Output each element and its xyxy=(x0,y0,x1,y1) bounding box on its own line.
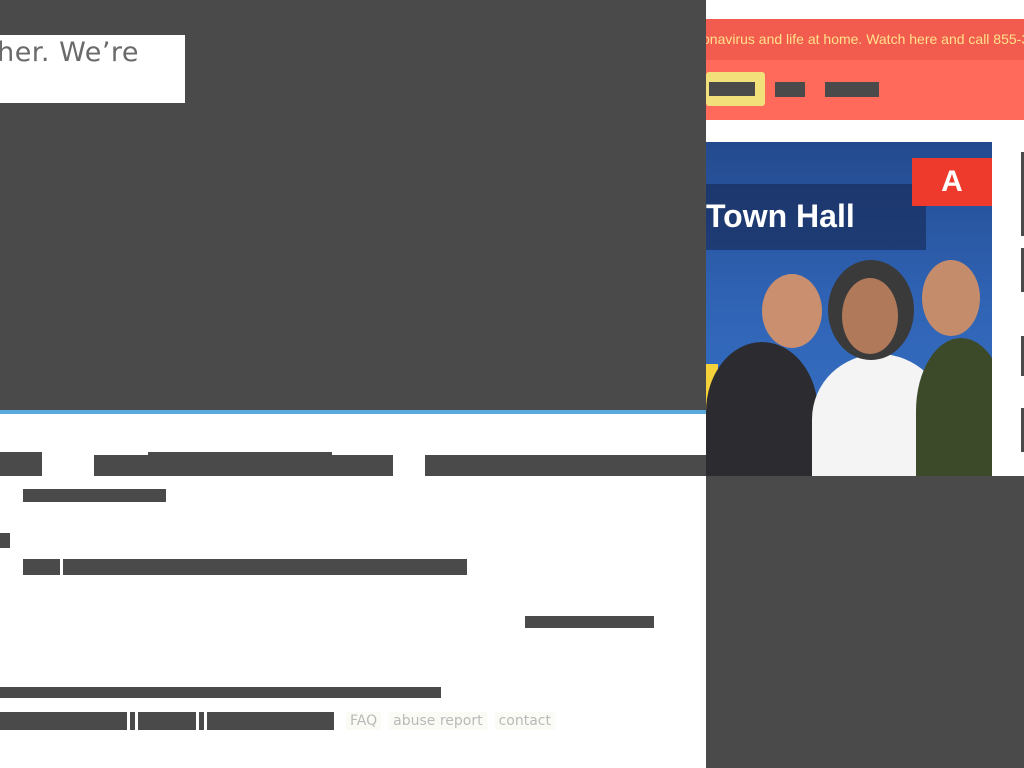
faq-link[interactable]: FAQ xyxy=(346,712,382,730)
redacted-checkbox-label[interactable] xyxy=(23,559,60,575)
redacted-footer-link-1[interactable] xyxy=(0,712,127,730)
section-divider xyxy=(0,410,706,414)
dimmed-overlay-panel: ther. We’re xyxy=(0,0,706,410)
headline-card: ther. We’re xyxy=(0,35,185,103)
nav-active-item[interactable] xyxy=(706,72,765,106)
alert-banner[interactable]: onavirus and life at home. Watch here an… xyxy=(706,19,1024,60)
redacted-nav-label xyxy=(709,82,755,96)
nav-bar xyxy=(706,60,1024,120)
redacted-label xyxy=(0,452,42,476)
redacted-nav-item[interactable] xyxy=(775,82,805,97)
redacted-footer-link-2[interactable] xyxy=(138,712,196,730)
footer-separator xyxy=(199,712,204,730)
redacted-subtext xyxy=(23,489,166,502)
redacted-description xyxy=(63,559,467,575)
dimmed-lower-panel xyxy=(706,476,1024,768)
footer-links: FAQ abuse report contact xyxy=(346,710,555,732)
top-strip xyxy=(706,0,1024,19)
contact-link[interactable]: contact xyxy=(494,712,555,730)
hero-title: Town Hall xyxy=(706,198,855,234)
person-center-head xyxy=(842,278,898,354)
redacted-marker xyxy=(0,533,10,548)
person-left xyxy=(706,342,818,476)
redacted-heading xyxy=(94,455,393,476)
person-right xyxy=(916,338,992,476)
abuse-report-link[interactable]: abuse report xyxy=(389,712,487,730)
person-left-head xyxy=(762,274,822,348)
alert-banner-text[interactable]: onavirus and life at home. Watch here an… xyxy=(706,31,1024,47)
redacted-footer-link-3[interactable] xyxy=(207,712,334,730)
redacted-button[interactable] xyxy=(525,616,654,628)
redacted-input[interactable] xyxy=(425,455,706,476)
brand-logo: A xyxy=(912,158,992,206)
redacted-heading-accent xyxy=(148,452,332,455)
hero-image[interactable]: Town Hall A xyxy=(706,142,992,476)
redacted-nav-item[interactable] xyxy=(825,82,879,97)
footer-separator xyxy=(130,712,135,730)
person-right-head xyxy=(922,260,980,336)
headline-text: ther. We’re xyxy=(0,37,140,68)
redacted-footer-text xyxy=(0,687,441,698)
sidebar-column xyxy=(992,120,1024,476)
